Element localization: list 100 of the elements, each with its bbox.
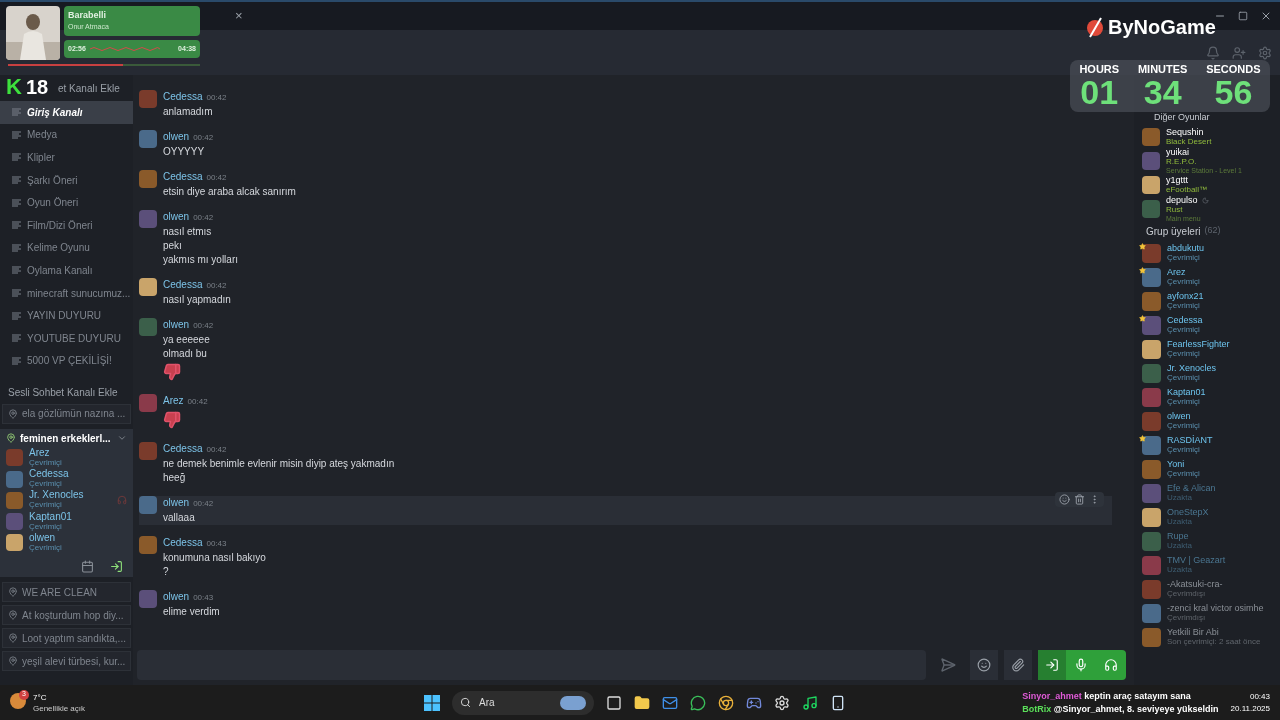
author-name[interactable]: Cedessa xyxy=(163,170,203,184)
member-name[interactable]: Jr. Xenocles xyxy=(1167,363,1217,373)
author-name[interactable]: Arez xyxy=(163,394,184,408)
author-name[interactable]: olwen xyxy=(163,496,190,510)
channel-item[interactable]: YOUTUBE DUYURU xyxy=(0,326,133,350)
member-status: Uzakta xyxy=(1167,517,1193,527)
leave-voice-button[interactable] xyxy=(1038,650,1066,680)
add-channel-label[interactable]: et Kanalı Ekle xyxy=(58,80,120,96)
voice-channel-item[interactable]: WE ARE CLEAN xyxy=(2,582,131,603)
weather-text: Genellikle açık xyxy=(33,702,86,714)
avatar xyxy=(1142,411,1161,431)
author-name[interactable]: olwen xyxy=(163,590,190,604)
member-name[interactable]: abdukutu xyxy=(1167,243,1205,253)
member-name[interactable]: FearlessFighter xyxy=(1167,339,1230,349)
maximize-icon[interactable] xyxy=(1238,11,1248,21)
mail-icon[interactable] xyxy=(662,694,678,711)
voice-channel-name[interactable]: feminen erkeklerl... xyxy=(20,430,113,446)
section-title: Grup üyeleri xyxy=(1146,224,1201,239)
author-name[interactable]: Cedessa xyxy=(163,536,203,550)
member-name[interactable]: ayfonx21 xyxy=(1167,291,1204,301)
member-name[interactable]: Sequshin xyxy=(1166,128,1204,137)
emoji-button[interactable] xyxy=(970,650,998,680)
attach-button[interactable] xyxy=(1004,650,1032,680)
channel-item[interactable]: Oylama Kanalı xyxy=(0,259,133,282)
chat-user: BotRix xyxy=(1022,703,1052,714)
member-name[interactable]: -zenci kral victor osimhe xyxy=(1167,603,1264,613)
author-name[interactable]: olwen xyxy=(163,210,190,224)
text-channel-icon xyxy=(12,266,21,275)
message-time: 00:43 xyxy=(206,538,227,550)
channel-item[interactable]: Şarkı Öneri xyxy=(0,168,133,192)
voice-channel-item[interactable]: yeşil alevi türbesi, kur... xyxy=(2,651,131,672)
member-name[interactable]: depulso xyxy=(1166,195,1198,205)
delete-icon[interactable] xyxy=(1074,494,1085,505)
author-name[interactable]: Cedessa xyxy=(163,442,203,456)
member-status: Çevrimiçi xyxy=(1167,253,1201,263)
member-name[interactable]: Cedessa xyxy=(1167,315,1203,325)
author-name[interactable]: Cedessa xyxy=(163,278,203,292)
channel-item[interactable]: Oyun Öneri xyxy=(0,191,133,214)
member-name[interactable]: olwen xyxy=(1167,411,1200,421)
emoji-icon[interactable] xyxy=(1059,494,1070,505)
avatar xyxy=(1142,483,1161,503)
gear-icon[interactable] xyxy=(774,694,790,711)
thumbs-down-icon xyxy=(163,363,181,381)
text-channel-icon xyxy=(12,311,21,320)
task-view-icon[interactable] xyxy=(606,694,622,711)
settings-icon[interactable] xyxy=(1258,45,1272,60)
close-tab-button[interactable]: × xyxy=(235,6,243,26)
timer-label: MINUTES xyxy=(1137,63,1188,75)
bell-icon[interactable] xyxy=(1206,45,1220,60)
add-voice-channel-label[interactable]: Sesli Sohbet Kanalı Ekle xyxy=(8,385,118,401)
member-name[interactable]: Yoni xyxy=(1167,459,1200,469)
headphones-icon xyxy=(1104,658,1118,672)
member-name[interactable]: y1gttt xyxy=(1166,176,1188,185)
avatar xyxy=(6,470,23,488)
channel-item[interactable]: Kelime Oyunu xyxy=(0,236,133,260)
add-friend-icon[interactable] xyxy=(1232,45,1246,60)
voice-channel-item[interactable]: At koşturdum hop diy... xyxy=(2,605,131,626)
text-channel-icon xyxy=(12,198,21,207)
message-time: 00:42 xyxy=(206,444,227,456)
member-name[interactable]: Yetkili Bir Abi xyxy=(1167,627,1261,637)
leave-icon[interactable] xyxy=(110,559,123,573)
channel-item[interactable]: Klipler xyxy=(0,146,133,169)
timer-value: 34 xyxy=(1143,74,1182,109)
send-icon[interactable] xyxy=(940,657,956,673)
author-name[interactable]: olwen xyxy=(163,318,190,332)
message-text: heeğ xyxy=(163,471,187,485)
calendar-icon[interactable] xyxy=(81,559,94,573)
avatar xyxy=(1142,363,1161,383)
voice-channel-item[interactable]: Loot yaptım sandıkta,... xyxy=(2,628,131,649)
text-channel-icon xyxy=(12,334,21,343)
chat-app-icon[interactable] xyxy=(690,694,706,711)
member-name[interactable]: Kaptan01 xyxy=(1167,387,1206,397)
member-name[interactable]: Arez xyxy=(1167,267,1200,277)
channel-item[interactable]: Giriş Kanalı xyxy=(0,101,133,124)
member-name[interactable]: olwen xyxy=(29,532,127,543)
start-icon[interactable] xyxy=(424,694,440,711)
folder-icon[interactable] xyxy=(634,694,650,711)
voice-channel-item[interactable]: ela gözlümün nazına ... xyxy=(2,403,131,424)
browser-icon[interactable] xyxy=(718,694,734,711)
search-icon xyxy=(460,697,471,708)
channel-item[interactable]: Film/Dizi Öneri xyxy=(0,213,133,237)
avatar xyxy=(139,590,157,608)
music-app-icon[interactable] xyxy=(802,694,818,711)
member-name[interactable]: -Akatsuki-cra- xyxy=(1167,579,1223,589)
channel-item[interactable]: 5000 VP ÇEKİLİŞİ! xyxy=(0,349,133,373)
member-name[interactable]: Arez xyxy=(29,447,127,458)
member-name[interactable]: Jr. Xenocles xyxy=(29,490,111,501)
channel-item[interactable]: minecraft sunucumuz... xyxy=(0,281,133,305)
member-name[interactable]: RASDİANT xyxy=(1167,435,1213,445)
member-name[interactable]: Kaptan01 xyxy=(29,511,127,522)
author-name[interactable]: olwen xyxy=(163,130,190,144)
channel-item[interactable]: YAYIN DUYURU xyxy=(0,304,133,327)
member-name[interactable]: yuikai xyxy=(1166,147,1189,157)
close-icon[interactable] xyxy=(1260,10,1272,22)
channel-item[interactable]: Medya xyxy=(0,123,133,147)
member-name[interactable]: Cedessa xyxy=(29,469,127,480)
member-status: Çevrimiçi xyxy=(1167,445,1201,455)
search-field[interactable]: Ara xyxy=(452,690,594,715)
author-name[interactable]: Cedessa xyxy=(163,90,203,104)
message-time: 00:42 xyxy=(193,498,214,510)
